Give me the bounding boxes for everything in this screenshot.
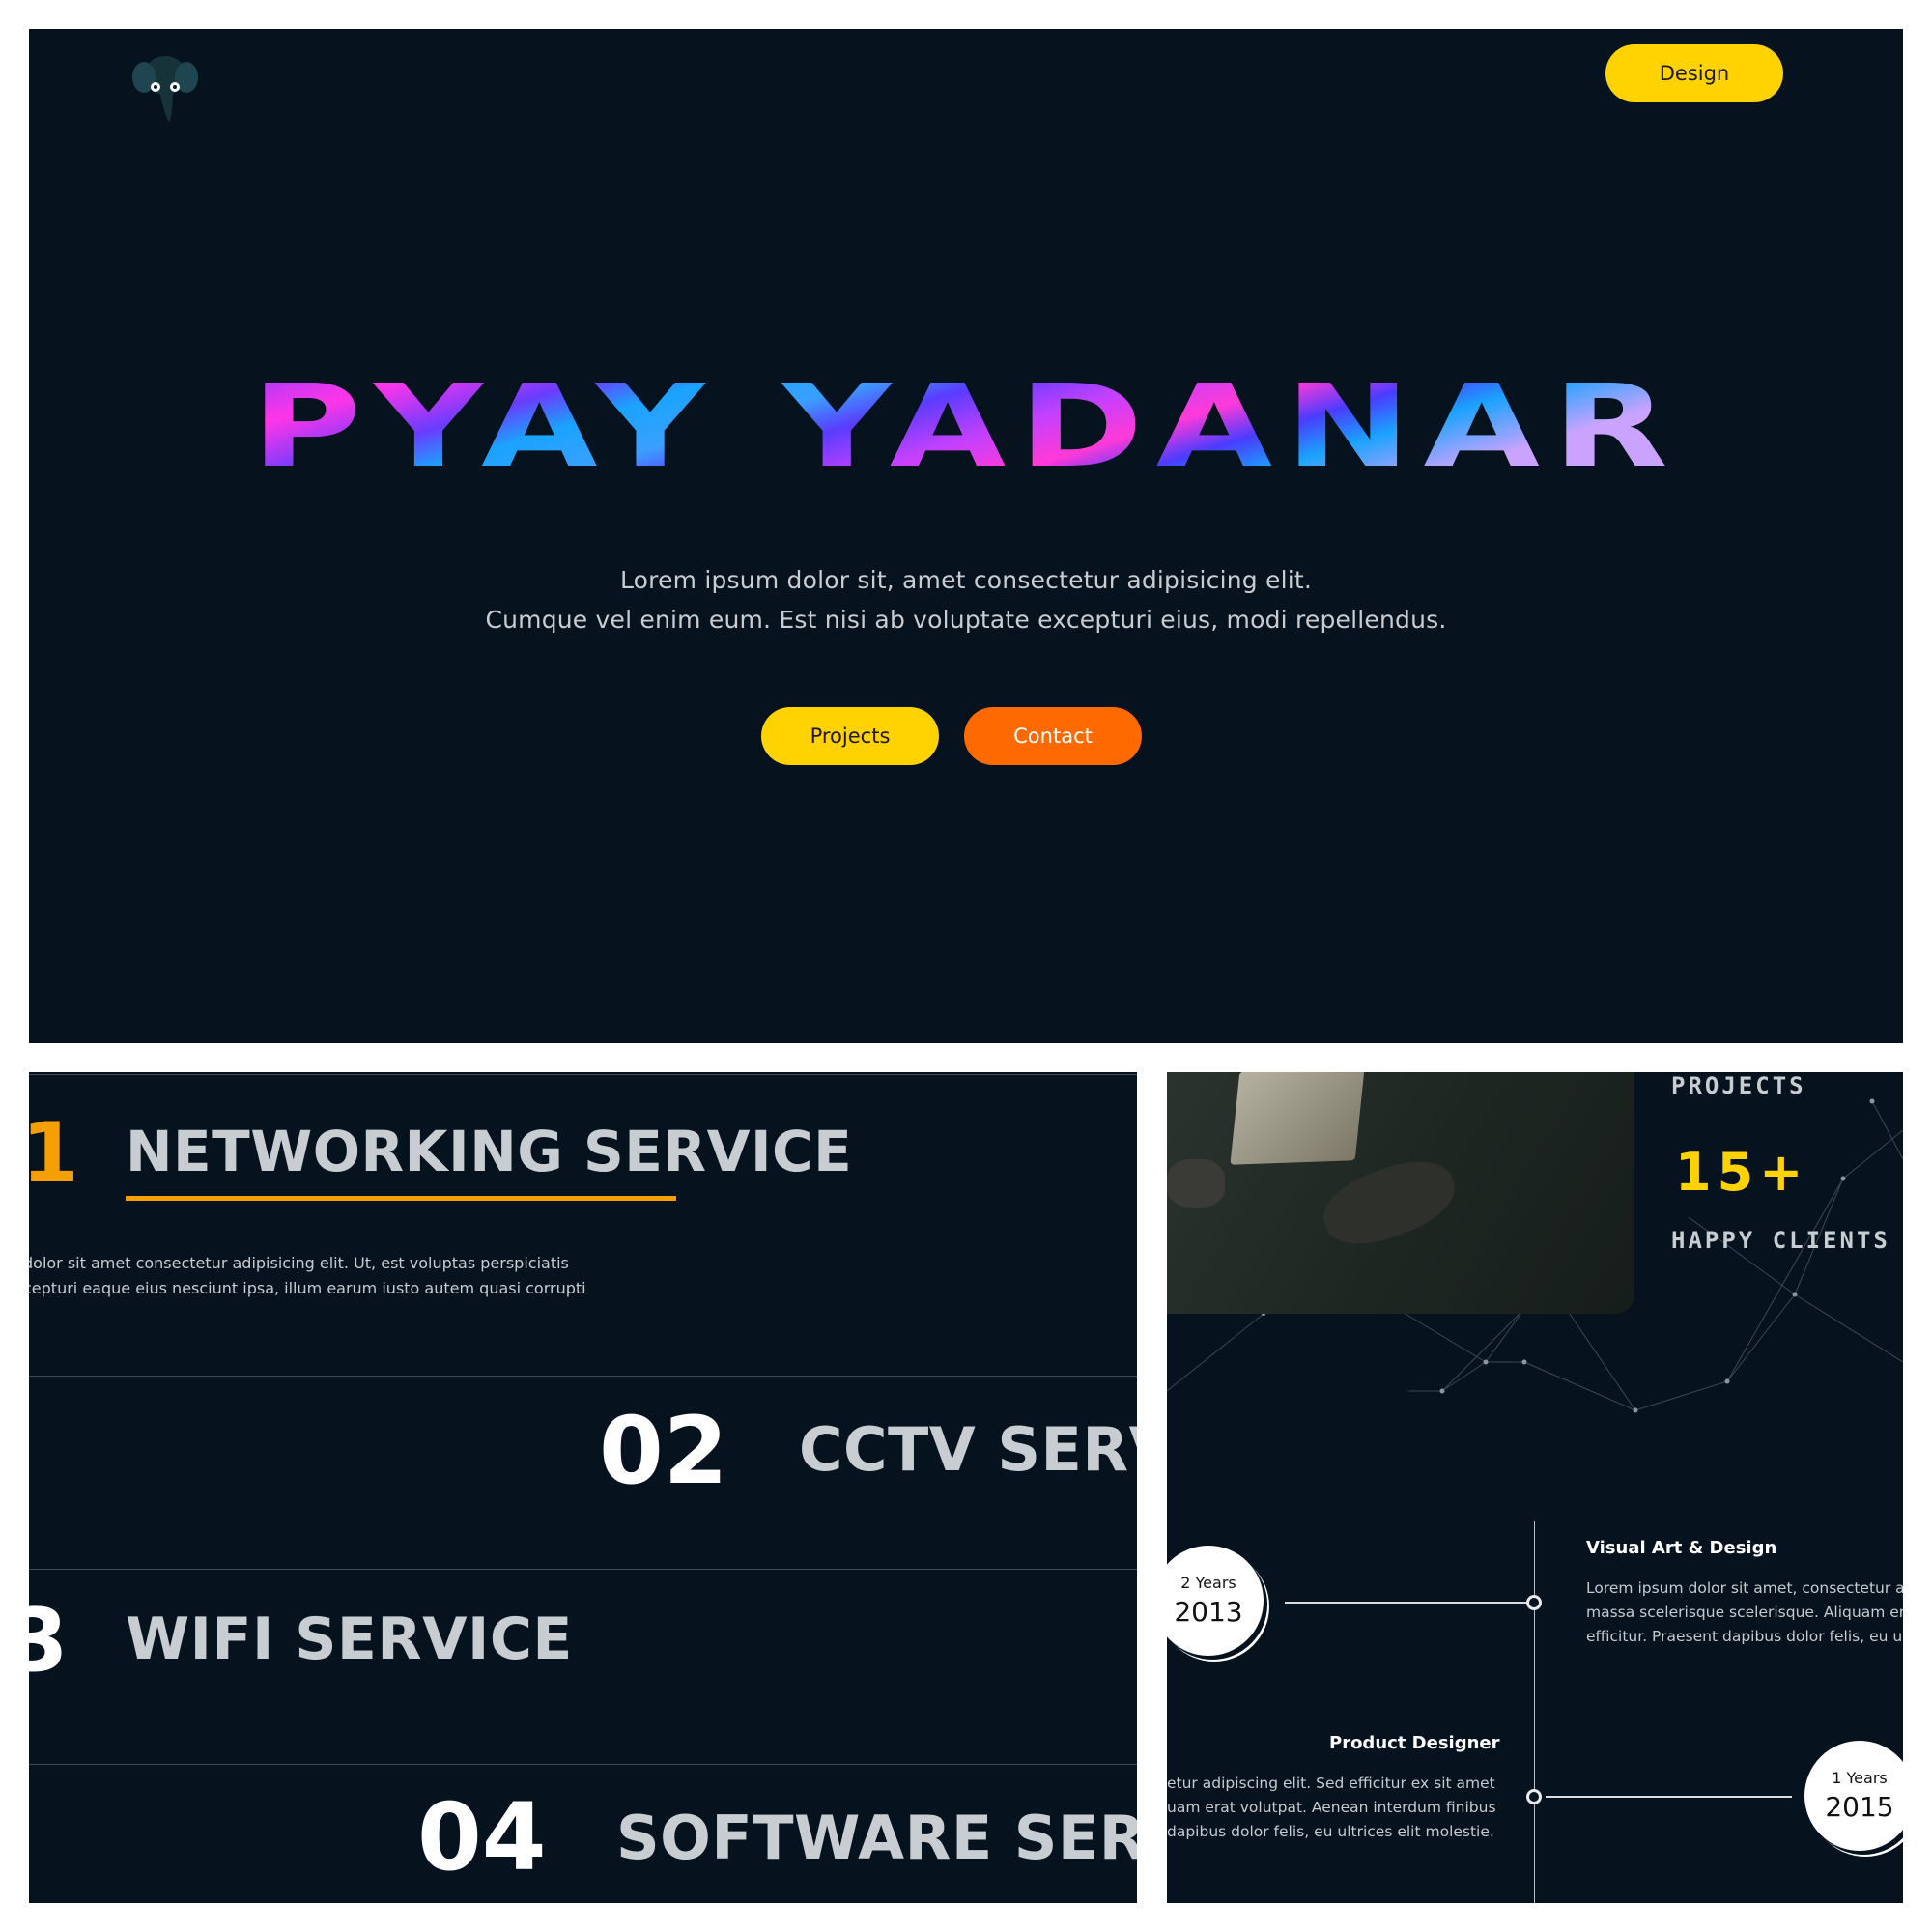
divider [29, 1376, 1137, 1377]
timeline-title: Visual Art & Design [1586, 1538, 1777, 1558]
laptop-photo [1167, 1072, 1634, 1314]
hero-section: Design PYAY YADANAR Lorem ipsum dolor si… [29, 29, 1903, 1043]
duration-label: 1 Years [1832, 1769, 1888, 1787]
svg-text:PYAY YADANAR: PYAY YADANAR [251, 359, 1681, 493]
timeline-connector [1546, 1796, 1792, 1798]
duration-label: 2 Years [1180, 1574, 1236, 1592]
timeline-text-line: efficitur. Praesent dapibus dolor felis,… [1586, 1628, 1903, 1645]
service-description-line2: cepturi eaque eius nesciunt ipsa, illum … [29, 1279, 586, 1297]
hand-shape [1167, 1159, 1225, 1208]
service-title: CCTV SERV [799, 1414, 1137, 1485]
timeline-dot[interactable] [1526, 1595, 1542, 1610]
hand-shape [1314, 1148, 1464, 1258]
timeline-connector [1285, 1602, 1526, 1604]
timeline-text-line: dapibus dolor felis, eu ultrices elit mo… [1167, 1823, 1494, 1840]
timeline-title: Product Designer [1329, 1733, 1500, 1753]
divider [29, 1074, 1137, 1075]
service-number: 04 [417, 1783, 547, 1891]
stat-label-clients: HAPPY CLIENTS [1671, 1227, 1890, 1254]
service-number: 1 [29, 1105, 79, 1202]
service-number: 02 [599, 1397, 728, 1505]
year-label: 2015 [1825, 1791, 1894, 1823]
service-title: SOFTWARE SERV [616, 1803, 1137, 1873]
timeline-text-line: uam erat volutpat. Aenean interdum finib… [1167, 1799, 1496, 1816]
projects-button[interactable]: Projects [761, 707, 939, 765]
services-section: 1 NETWORKING SERVICE dolor sit amet cons… [29, 1072, 1137, 1903]
timeline-text-line: Lorem ipsum dolor sit amet, consectetur … [1586, 1579, 1903, 1597]
year-label: 2013 [1174, 1596, 1243, 1628]
stats-timeline-section: PROJECTS 15+ HAPPY CLIENTS 2 Years 2013 … [1167, 1072, 1903, 1903]
hero-subtitle-line1: Lorem ipsum dolor sit, amet consectetur … [619, 566, 1313, 594]
timeline-line [1534, 1521, 1535, 1903]
timeline-text-line: etur adipiscing elit. Sed efficitur ex s… [1167, 1775, 1495, 1792]
hero-title: PYAY YADANAR [251, 359, 1681, 493]
design-button[interactable]: Design [1605, 44, 1783, 102]
service-description-line1: dolor sit amet consectetur adipisicing e… [29, 1254, 569, 1272]
service-title-underline [126, 1196, 676, 1201]
divider [29, 1764, 1137, 1765]
service-number: 3 [29, 1590, 69, 1691]
divider [29, 1569, 1137, 1570]
year-circle: 1 Years 2015 [1804, 1741, 1903, 1851]
stat-number: 15+ [1675, 1142, 1809, 1203]
service-title: NETWORKING SERVICE [126, 1119, 853, 1184]
timeline-dot[interactable] [1526, 1789, 1542, 1804]
timeline-text-line: massa scelerisque scelerisque. Aliquam e… [1586, 1604, 1903, 1621]
hero-subtitle-line2: Cumque vel enim eum. Est nisi ab volupta… [485, 606, 1447, 634]
stat-label-projects: PROJECTS [1671, 1072, 1806, 1099]
contact-button[interactable]: Contact [964, 707, 1142, 765]
service-title: WIFI SERVICE [126, 1605, 573, 1673]
elephant-logo-icon[interactable] [130, 50, 200, 124]
laptop-screen [1230, 1072, 1365, 1165]
